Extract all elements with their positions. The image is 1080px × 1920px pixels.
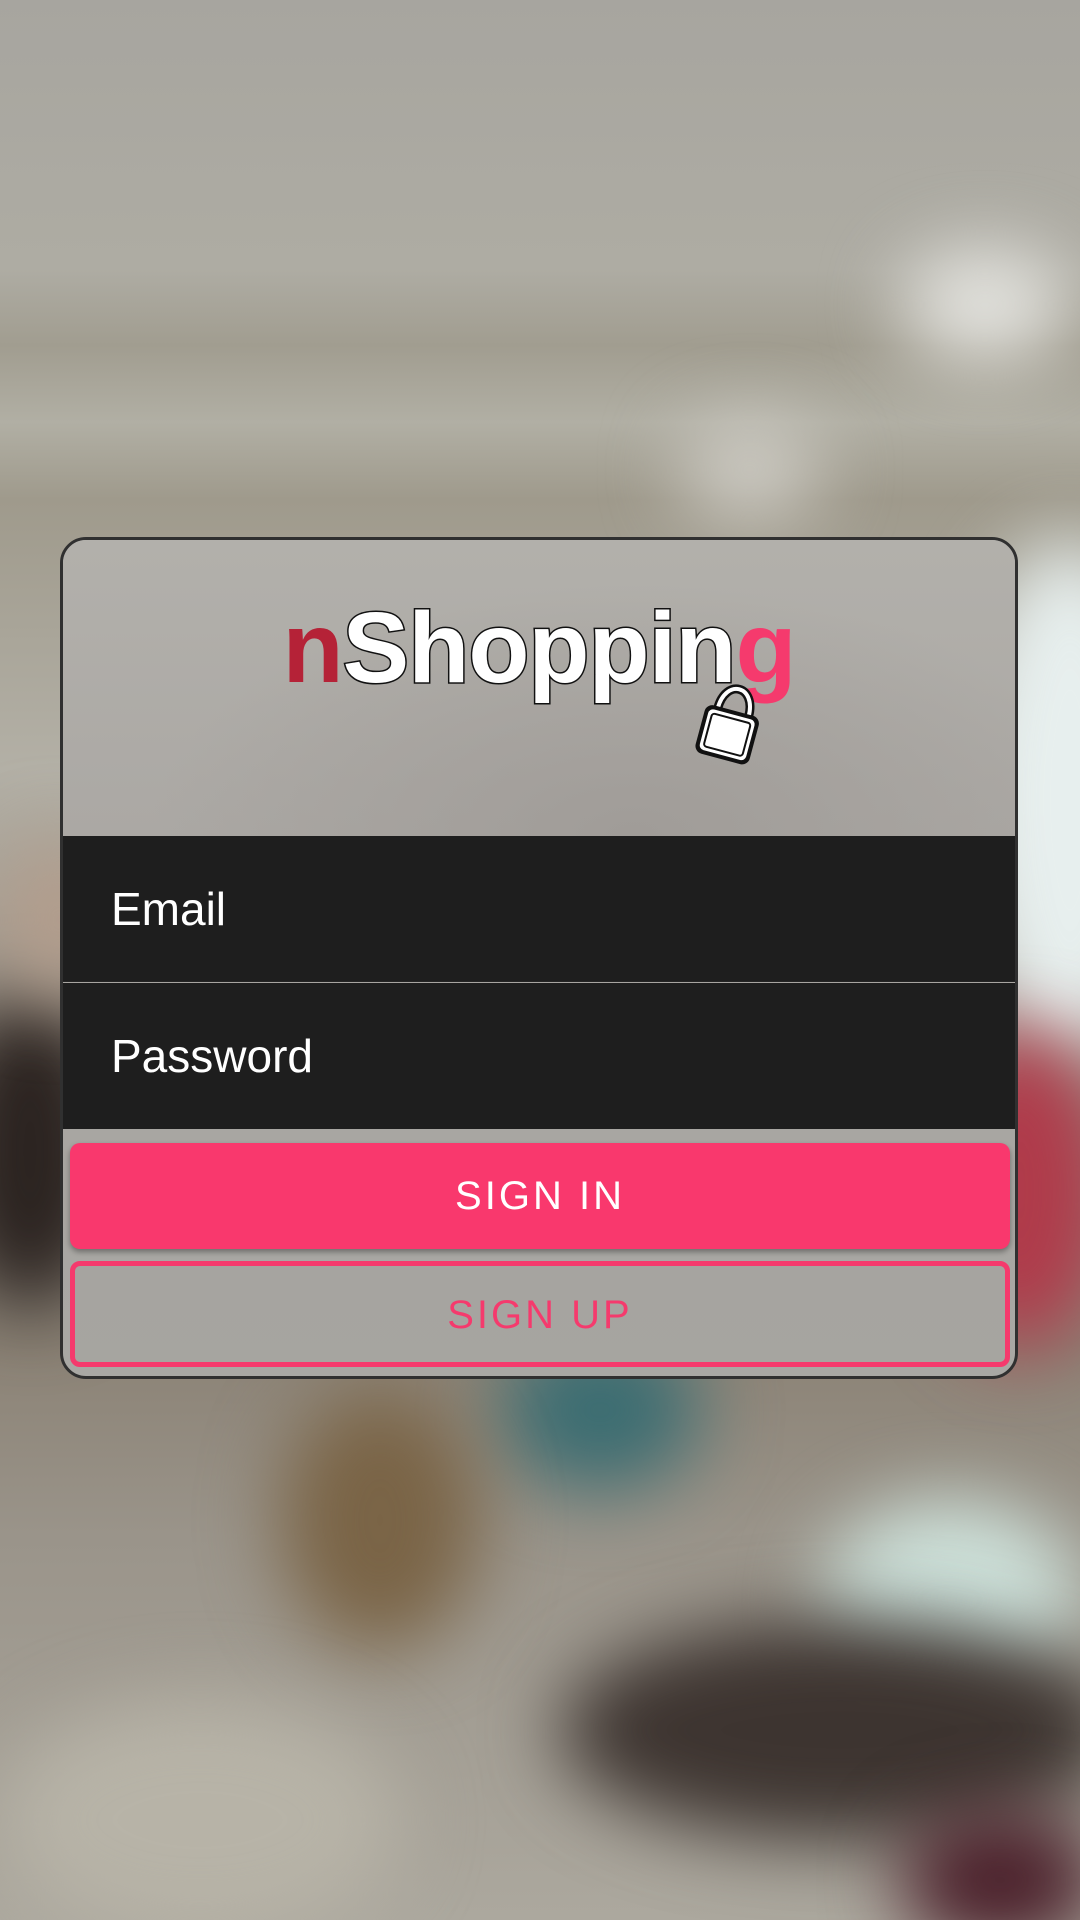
logo-area: nShopping xyxy=(63,540,1015,836)
login-card: nShopping SIGN IN SIGN UP xyxy=(60,537,1018,1379)
password-field-container xyxy=(63,983,1015,1129)
logo-prefix: n xyxy=(282,592,343,704)
email-field[interactable] xyxy=(111,836,971,982)
app-logo: nShopping xyxy=(63,597,1015,700)
logo-main: Shoppin xyxy=(341,592,738,704)
password-field[interactable] xyxy=(111,983,971,1129)
email-field-container xyxy=(63,836,1015,982)
sign-in-button[interactable]: SIGN IN xyxy=(70,1143,1010,1249)
shopping-bag-icon xyxy=(695,684,759,765)
sign-up-button[interactable]: SIGN UP xyxy=(70,1261,1010,1367)
